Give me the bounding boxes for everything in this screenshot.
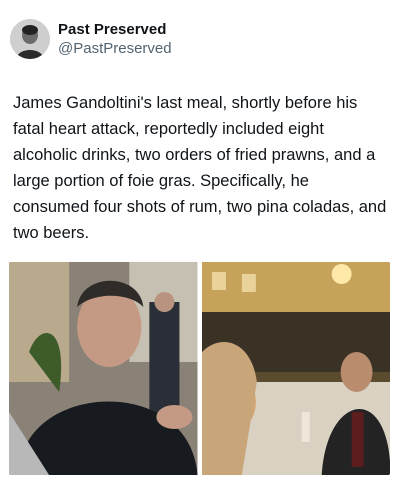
avatar[interactable] xyxy=(10,19,50,59)
man-seated-indoors-photo[interactable] xyxy=(9,262,198,475)
tweet-header: Past Preserved @PastPreserved xyxy=(10,15,172,63)
outdoor-dinner-crowd-photo[interactable] xyxy=(201,262,390,475)
handle[interactable]: @PastPreserved xyxy=(58,39,172,58)
media-grid xyxy=(9,262,390,475)
tweet-text: James Gandoltini's last meal, shortly be… xyxy=(13,94,387,242)
display-name[interactable]: Past Preserved xyxy=(58,20,172,39)
portrait-avatar-icon xyxy=(10,19,50,59)
